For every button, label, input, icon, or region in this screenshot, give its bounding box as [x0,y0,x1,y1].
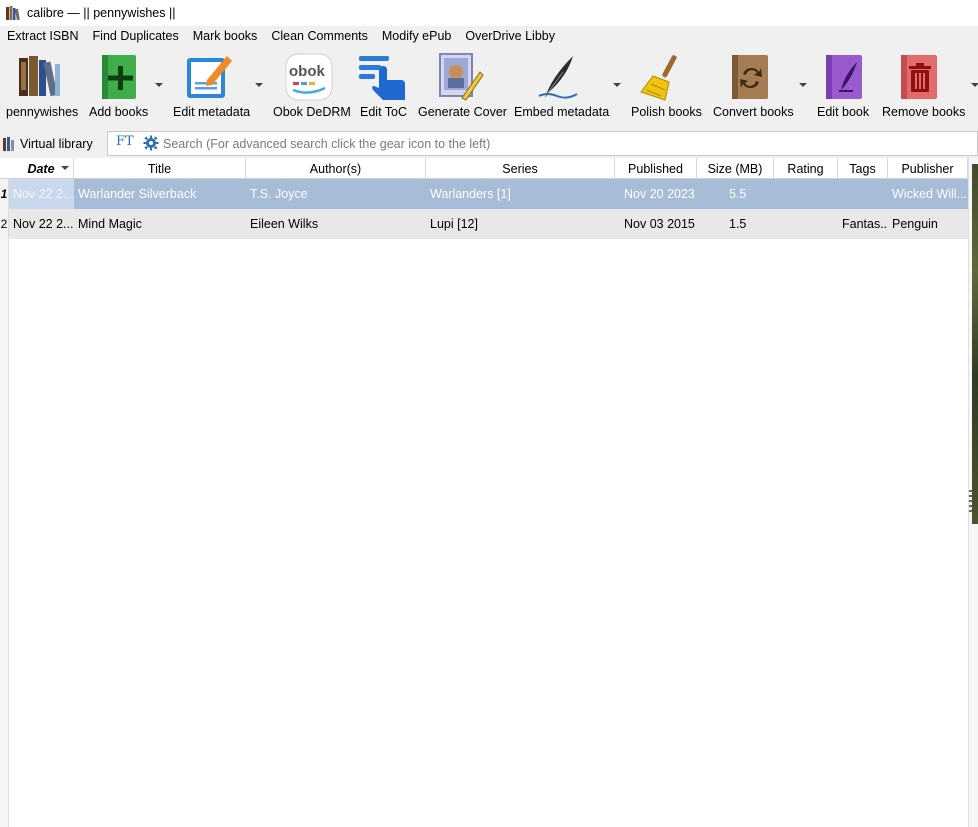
edit-book-icon [826,55,862,99]
cell-published: Nov 20 2023 [624,187,695,201]
edit-toc-button[interactable]: Edit ToC [355,47,410,129]
cell-tags [838,179,888,209]
search-box: FT [107,131,978,156]
search-bar: Virtual library FT [0,129,978,158]
column-header-date[interactable]: Date [9,158,74,179]
add-book-icon [102,55,136,99]
library-button[interactable]: pennywishes [0,47,80,129]
cell-date: Nov 22 2... [9,179,74,209]
row-number: 1 [0,179,9,209]
remove-books-button[interactable]: Remove books [878,47,978,129]
edit-book-button[interactable]: Edit book [813,47,875,129]
add-books-button[interactable]: Add books [86,47,168,129]
edit-metadata-button[interactable]: Edit metadata [170,47,266,129]
cell-publisher: Penguin [892,217,938,231]
virtual-library-button[interactable]: Virtual library [3,134,93,154]
cell-date: Nov 22 2... [13,217,74,231]
cell-title: Mind Magic [78,217,142,231]
column-header-date-label: Date [27,162,55,176]
calibre-app-icon [6,6,20,21]
edit-toc-label: Edit ToC [360,105,408,119]
generate-cover-icon [439,53,484,101]
column-header-authors[interactable]: Author(s) [246,158,426,179]
edit-metadata-label: Edit metadata [173,105,251,119]
column-header-publisher[interactable]: Publisher [888,158,968,179]
cell-rating [774,179,838,209]
menu-mark-books[interactable]: Mark books [186,26,265,47]
row-number: 2 [0,209,9,239]
cell-series: Lupi [12] [430,217,478,231]
library-books-icon [19,56,60,97]
search-input[interactable] [163,134,943,153]
edit-book-label: Edit book [817,105,870,119]
menu-extract-isbn[interactable]: Extract ISBN [0,26,86,47]
column-header-row: Date Title Author(s) Series Published Si… [0,158,968,179]
book-list: Date Title Author(s) Series Published Si… [0,158,968,827]
polish-books-button[interactable]: Polish books [627,47,705,129]
generate-cover-button[interactable]: Generate Cover [414,47,507,129]
remove-books-label: Remove books [882,105,966,119]
trash-icon [901,55,937,99]
table-row[interactable]: 1 Nov 22 2... Warlander Silverback T.S. … [0,179,968,209]
cell-publisher: Wicked Will... [892,187,967,201]
cell-authors: Eileen Wilks [250,217,319,231]
obok-dedrm-label: Obok DeDRM [273,105,351,119]
embed-metadata-label: Embed metadata [514,105,610,119]
broom-icon [640,55,677,101]
splitter-handle[interactable] [969,490,972,514]
row-number-gutter [0,239,9,827]
cell-tags: Fantas... [842,217,888,231]
column-header-published[interactable]: Published [615,158,697,179]
edit-metadata-icon [187,56,232,98]
obok-icon-text: obok [289,63,325,80]
convert-books-label: Convert books [713,105,794,119]
edit-metadata-dropdown-icon[interactable] [255,83,263,87]
main-toolbar: pennywishes Add books Edit metadata obok… [0,47,978,130]
cell-size: 1.5 [729,217,747,231]
cell-authors: T.S. Joyce [250,187,308,201]
menu-clean-comments[interactable]: Clean Comments [264,26,375,47]
edit-toc-icon [359,56,405,100]
window-title: calibre — || pennywishes || [27,6,176,20]
virtual-library-icon [3,137,14,151]
table-row[interactable]: 2 Nov 22 2... Mind Magic Eileen Wilks Lu… [0,209,968,239]
cell-rating [774,209,838,239]
cover-image [972,164,978,524]
generate-cover-label: Generate Cover [418,105,507,119]
remove-books-dropdown-icon[interactable] [971,83,978,87]
column-header-title[interactable]: Title [74,158,246,179]
title-bar: calibre — || pennywishes || [0,0,978,26]
convert-books-button[interactable]: Convert books [709,47,809,129]
full-text-search-icon[interactable]: FT [116,134,134,149]
embed-metadata-dropdown-icon[interactable] [613,83,621,87]
column-header-tags[interactable]: Tags [838,158,888,179]
column-header-series[interactable]: Series [426,158,615,179]
library-label: pennywishes [6,105,79,119]
gear-icon[interactable] [143,135,159,151]
menu-overdrive-libby[interactable]: OverDrive Libby [458,26,562,47]
add-books-label: Add books [89,105,149,119]
add-books-dropdown-icon[interactable] [155,83,163,87]
obok-dedrm-button[interactable]: obok Obok DeDRM [270,47,351,129]
quill-pen-icon [538,56,578,99]
sort-descending-icon [61,166,69,170]
embed-metadata-button[interactable]: Embed metadata [510,47,625,129]
virtual-library-label: Virtual library [20,137,93,151]
cell-title: Warlander Silverback [78,187,197,201]
convert-books-icon [732,55,768,99]
menu-bar: Extract ISBN Find Duplicates Mark books … [0,26,978,47]
column-header-size[interactable]: Size (MB) [697,158,774,179]
cell-series: Warlanders [1] [430,187,511,201]
polish-books-label: Polish books [631,105,702,119]
column-header-rating[interactable]: Rating [774,158,838,179]
cell-published: Nov 03 2015 [624,217,695,231]
cell-size: 5.5 [729,187,747,201]
convert-books-dropdown-icon[interactable] [799,83,807,87]
menu-modify-epub[interactable]: Modify ePub [375,26,458,47]
menu-find-duplicates[interactable]: Find Duplicates [86,26,186,47]
